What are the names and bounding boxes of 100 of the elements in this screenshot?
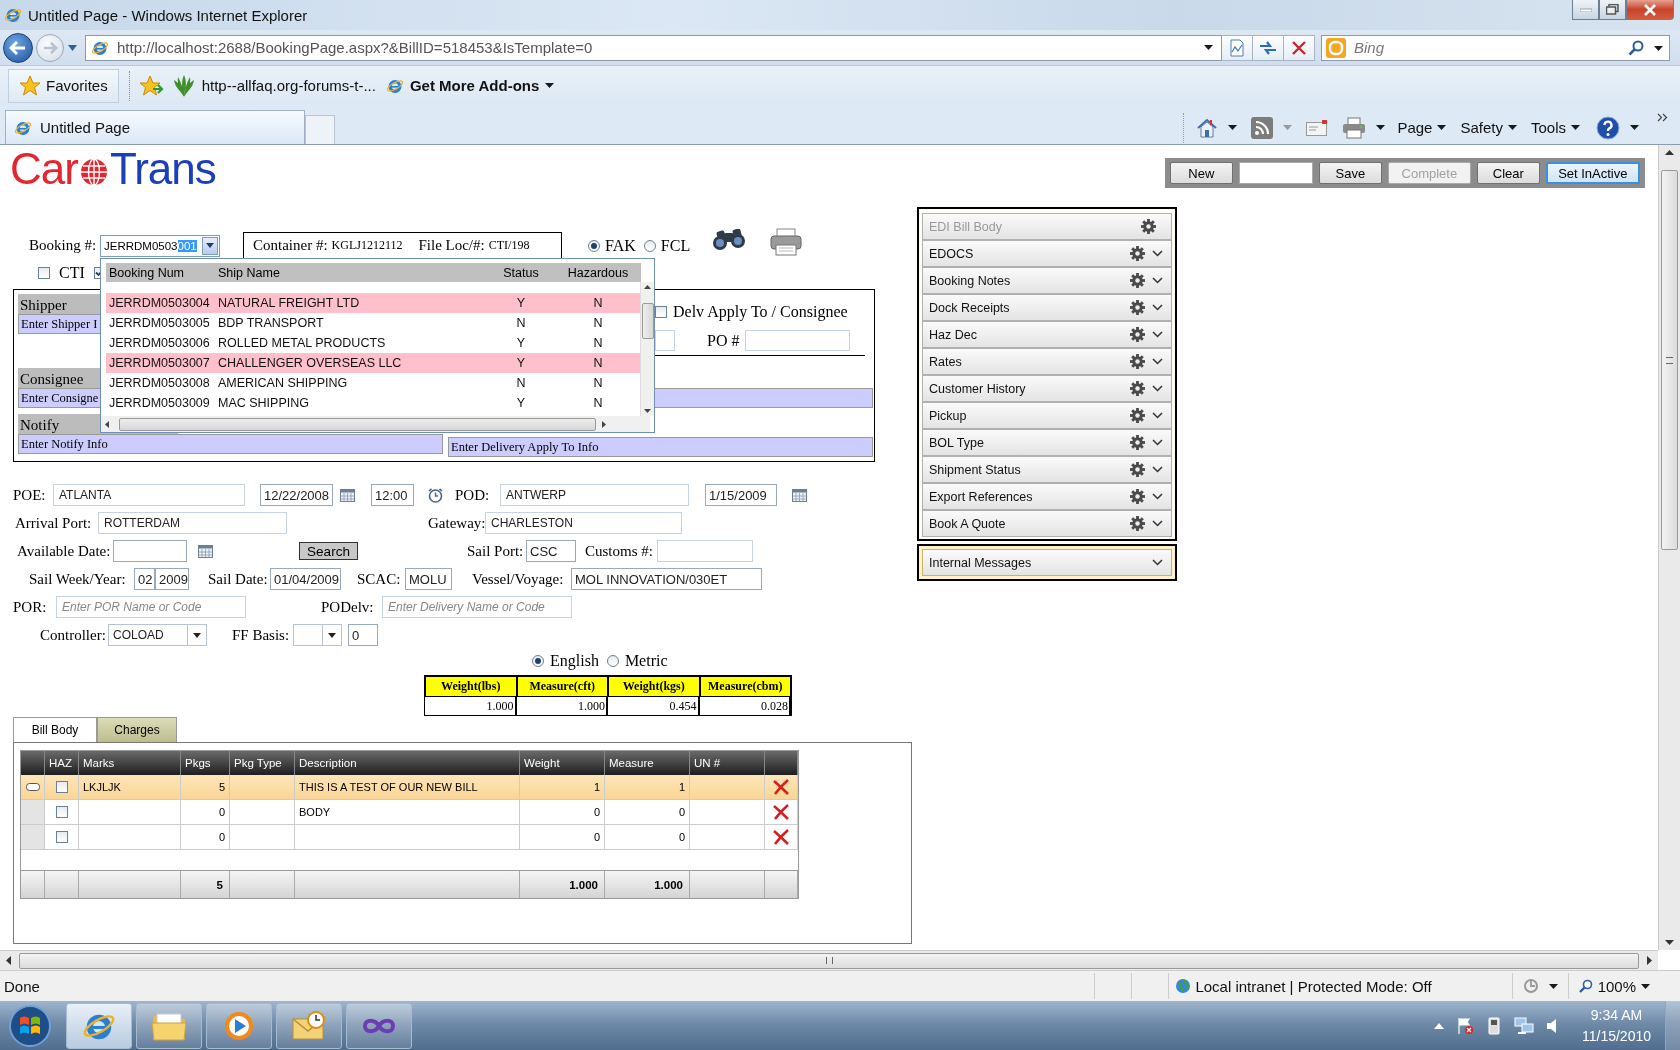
field-label: Sail Date:	[208, 570, 269, 588]
security-zone-text: Local intranet | Protected Mode: Off	[1195, 977, 1432, 995]
radio-label: Metric	[624, 652, 668, 670]
clock-time: 9:34 AM	[1590, 1006, 1643, 1025]
field-label: Booking #:	[29, 237, 98, 254]
column-header: Measure(cbm)	[699, 676, 791, 697]
pod-field[interactable]: ANTWERP	[500, 484, 689, 506]
column-header: Weight(lbs)	[425, 676, 517, 697]
year-field[interactable]: 2009	[155, 568, 189, 590]
column-header: Status	[502, 265, 540, 280]
column-header[interactable]: UN #	[690, 751, 765, 775]
clock[interactable]: 9:34 AM 11/15/2010	[1581, 1005, 1651, 1047]
favorites-button[interactable]: Favorites	[8, 68, 119, 103]
scac-field[interactable]: MOLU	[405, 568, 452, 590]
panel-header[interactable]: Book A Quote	[922, 510, 1172, 537]
column-header[interactable]: Marks	[79, 751, 181, 775]
gateway-field[interactable]: CHARLESTON	[485, 512, 682, 534]
time-field[interactable]: 12:00	[371, 484, 414, 506]
amount-field[interactable]: 0	[348, 624, 378, 646]
panel-header[interactable]: Export References	[922, 483, 1172, 510]
menu-button[interactable]: Page	[1395, 119, 1449, 136]
radio-label: FCL	[660, 236, 691, 255]
toolbar-button[interactable]: Clear	[1477, 162, 1540, 184]
field-label: Available Date:	[17, 542, 112, 560]
clock-date: 11/15/2010	[1581, 1027, 1651, 1046]
sail-port-field[interactable]: CSC	[526, 540, 576, 562]
checkbox-label: Delv Apply To / Consignee	[673, 303, 848, 321]
file-location: CTI/198	[488, 238, 530, 253]
menu-button[interactable]: Safety	[1458, 119, 1519, 136]
search-button[interactable]: Search	[299, 542, 358, 560]
panel-header[interactable]: Rates	[922, 348, 1172, 375]
dropdown-row[interactable]: JERRDM0503006 ROLLED METAL PRODUCTS Y N	[106, 333, 641, 353]
toolbar-button[interactable]: Save	[1319, 162, 1382, 184]
total-cell: 1.000	[605, 870, 690, 898]
logo-text: Trans	[109, 145, 216, 194]
dropdown-row[interactable]: JERRDM0503005 BDP TRANSPORT N N	[106, 313, 641, 333]
panel-header[interactable]: Haz Dec	[922, 321, 1172, 348]
field-label: Container #:	[253, 237, 328, 254]
column-header: Booking Num	[108, 265, 186, 280]
container-number: KGLJ1212112	[331, 238, 403, 253]
week-field[interactable]: 02	[134, 568, 155, 590]
column-header[interactable]: Pkg Type	[230, 751, 295, 775]
date-field[interactable]: 12/22/2008	[260, 484, 333, 506]
arrival-port-field[interactable]: ROTTERDAM	[98, 512, 287, 534]
column-header: Weight(kgs)	[608, 676, 700, 697]
dropdown-row[interactable]: JERRDM0503007 CHALLENGER OVERSEAS LLC Y N	[106, 353, 641, 373]
checkbox-label: CTI	[59, 263, 85, 282]
address-field[interactable]: http://localhost:2688/BookingPage.aspx?&BillID=518453&IsTemplate=0	[85, 34, 1222, 61]
field-label: Gateway:	[428, 514, 485, 532]
column-header[interactable]: Pkgs	[181, 751, 230, 775]
column-header[interactable]: HAZ	[45, 751, 79, 775]
search-field[interactable]: Bing	[1321, 34, 1670, 61]
por-field[interactable]: Enter POR Name or Code	[56, 596, 246, 618]
field-label: POR:	[13, 598, 48, 616]
panel-header[interactable]: EDOCS	[922, 240, 1172, 267]
column-header[interactable]: Description	[295, 751, 520, 775]
tab[interactable]: Charges	[97, 717, 177, 742]
favorite-link[interactable]: http--allfaq.org-forums-t-...	[171, 73, 376, 98]
tab[interactable]: Bill Body	[13, 717, 97, 742]
panel-header[interactable]: Dock Receipts	[922, 294, 1172, 321]
radio-label: FAK	[605, 236, 636, 255]
panel-header[interactable]: Internal Messages	[922, 549, 1172, 576]
window-title: Untitled Page - Windows Internet Explorer	[28, 6, 308, 24]
toolbar-button[interactable]: New	[1170, 162, 1233, 184]
toolbar-button[interactable]: Set InActive	[1545, 162, 1640, 184]
panel-header[interactable]: Pickup	[922, 402, 1172, 429]
dropdown-row[interactable]: JERRDM0503009 MAC SHIPPING Y N	[106, 393, 641, 413]
table-cell: 0	[605, 800, 690, 825]
panel-header[interactable]: Shipment Status	[922, 456, 1172, 483]
table-cell: 0.454	[608, 697, 700, 715]
panel-header[interactable]: BOL Type	[922, 429, 1172, 456]
logo-text: Car	[10, 145, 78, 194]
field-label: Vessel/Voyage:	[472, 570, 565, 588]
column-header: Ship Name	[217, 265, 281, 280]
total-cell: 1.000	[520, 870, 605, 898]
vessel-voyage-field[interactable]: MOL INNOVATION/030ET	[571, 568, 762, 590]
menu-button[interactable]: Tools	[1528, 119, 1582, 136]
podelv-field[interactable]: Enter Delivery Name or Code	[382, 596, 572, 618]
controller-select[interactable]: COLOAD	[108, 624, 207, 646]
table-cell: 0	[520, 800, 605, 825]
zoom-level[interactable]: 100%	[1597, 977, 1636, 995]
add-ons-link[interactable]: Get More Add-ons	[385, 76, 555, 95]
panel-header[interactable]: Booking Notes	[922, 267, 1172, 294]
poe-field[interactable]: ATLANTA	[53, 484, 245, 506]
column-header[interactable]: Weight	[520, 751, 605, 775]
date-field[interactable]: 1/15/2009	[705, 484, 777, 506]
field-label: POE:	[13, 486, 47, 504]
dropdown-row[interactable]: JERRDM0503004 NATURAL FREIGHT LTD Y N	[106, 293, 641, 313]
status-text: Done	[4, 977, 40, 995]
delivery-field[interactable]: Enter Delivery Apply To Info	[448, 437, 873, 457]
column-header: Measure(cft)	[516, 676, 608, 697]
notify-field[interactable]: Enter Notify Info	[18, 434, 443, 454]
column-header[interactable]: Measure	[605, 751, 690, 775]
booking-combo-box[interactable]: JERRDM0503001	[100, 234, 220, 257]
table-cell: 0	[605, 825, 690, 850]
browser-tab[interactable]: Untitled Page	[5, 110, 305, 144]
panel-header[interactable]: Customer History	[922, 375, 1172, 402]
table-cell: 0.028	[699, 697, 791, 715]
field-label: PODelv:	[321, 598, 375, 616]
date-field[interactable]: 01/04/2009	[270, 568, 341, 590]
